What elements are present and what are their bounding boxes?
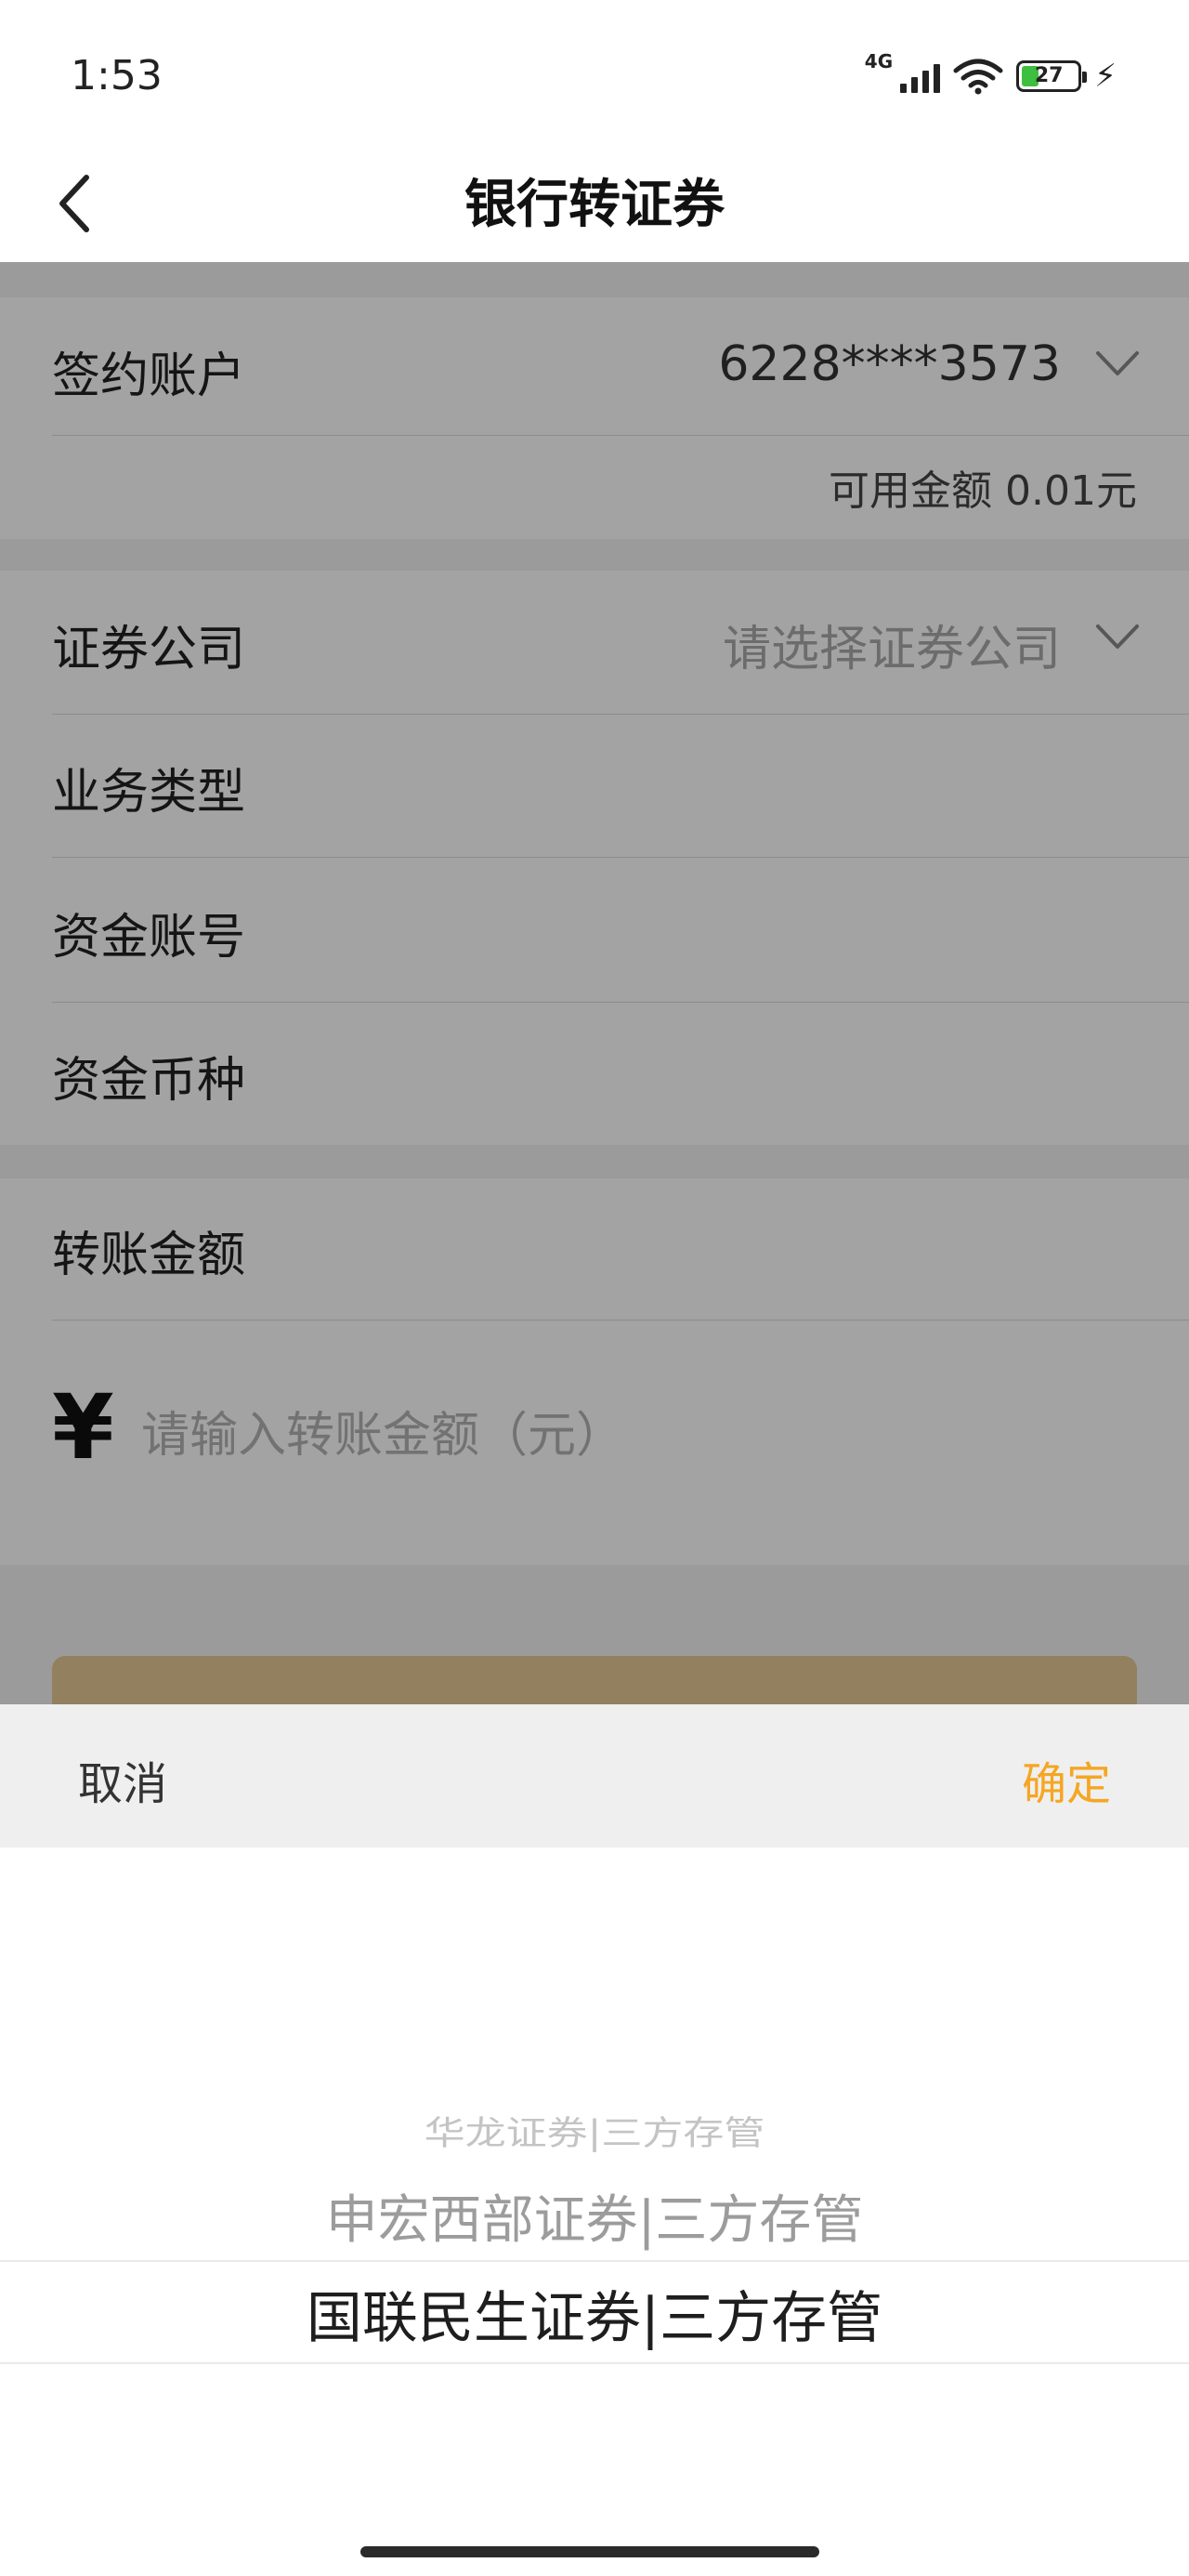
- page: 1:53 4G 27 ⚡ 银行转证券 签约账户 6228****3573 可用金…: [0, 0, 1189, 2576]
- picker-option-selected[interactable]: 国联民生证券|三方存管: [0, 2273, 1189, 2354]
- battery-icon: 27: [1016, 60, 1088, 92]
- battery-level: 27: [1034, 64, 1064, 87]
- picker-header: 取消 确定: [0, 1704, 1189, 1847]
- wifi-icon: [953, 59, 1003, 95]
- broker-picker-wheel[interactable]: 华龙证券|三方存管 申宏西部证券|三方存管 国联民生证券|三方存管: [0, 1847, 1189, 2576]
- page-title: 银行转证券: [464, 175, 725, 235]
- home-indicator[interactable]: [360, 2546, 819, 2557]
- signal-icon: [900, 59, 941, 93]
- status-time: 1:53: [71, 52, 163, 99]
- selection-line-bottom: [0, 2362, 1189, 2364]
- picker-option[interactable]: 华龙证券|三方存管: [0, 2106, 1189, 2154]
- selection-line-top: [0, 2260, 1189, 2262]
- status-icons: 4G 27 ⚡: [865, 50, 1117, 95]
- network-type: 4G: [864, 50, 894, 72]
- picker-option[interactable]: 申宏西部证券|三方存管: [0, 2178, 1189, 2254]
- charging-icon: ⚡: [1094, 58, 1117, 95]
- confirm-button[interactable]: 确定: [1022, 1747, 1111, 1812]
- cancel-button[interactable]: 取消: [78, 1747, 167, 1812]
- status-bar: 1:53 4G 27 ⚡: [0, 0, 1189, 149]
- broker-picker-sheet: 取消 确定 华龙证券|三方存管 申宏西部证券|三方存管 国联民生证券|三方存管: [0, 1704, 1189, 2576]
- modal-overlay[interactable]: [0, 262, 1189, 1704]
- nav-bar: 银行转证券: [0, 149, 1189, 262]
